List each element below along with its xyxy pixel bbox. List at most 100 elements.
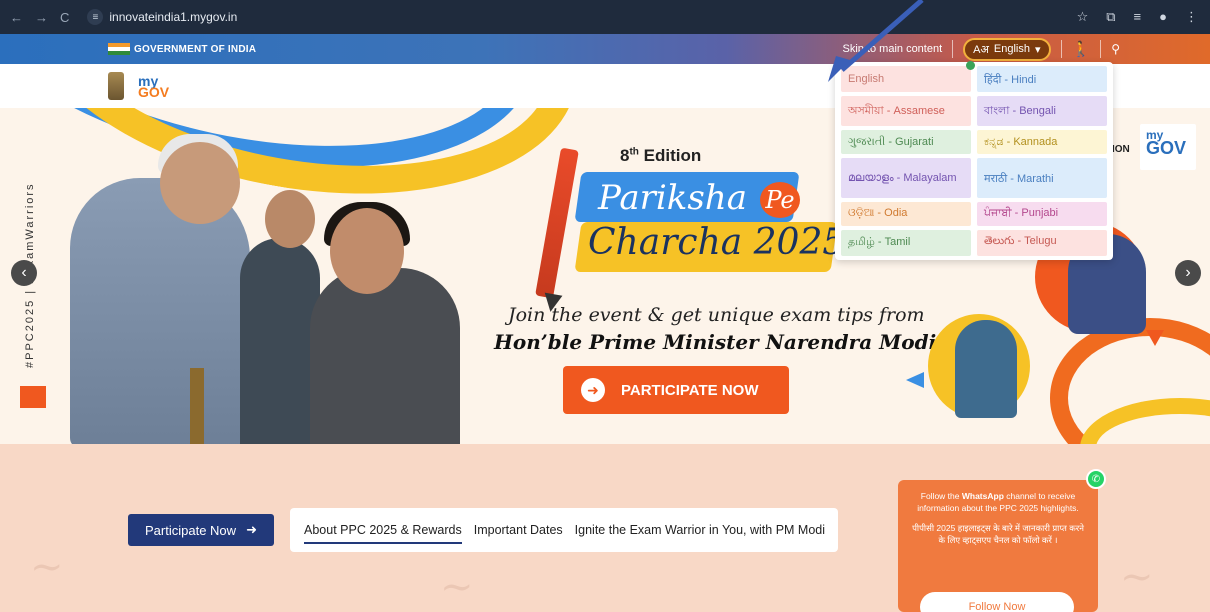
language-option-label: English bbox=[848, 73, 885, 86]
mygov-logo-gov: GOV bbox=[138, 84, 170, 100]
whatsapp-card: Follow the WhatsApp channel to receive i… bbox=[898, 480, 1098, 612]
browser-toolbar: ← → C ≡ innovateindia1.mygov.in ☆ ⧉ ≡ ● … bbox=[0, 0, 1210, 34]
url-text: innovateindia1.mygov.in bbox=[109, 10, 238, 24]
chevron-down-icon: ▾ bbox=[1034, 43, 1041, 56]
language-dropdown: English हिंदी - Hindi অসমীয়া - Assamese বা… bbox=[835, 61, 1113, 260]
language-option[interactable]: ਪੰਜਾਬੀ - Punjabi bbox=[977, 201, 1107, 226]
whatsapp-text-bold: WhatsApp bbox=[961, 491, 1004, 501]
info-tabs: About PPC 2025 & Rewards Important Dates… bbox=[290, 508, 838, 552]
india-flag-icon bbox=[108, 42, 130, 56]
edition-label: 8th Edition bbox=[620, 146, 701, 166]
title-charcha: Charcha 2025 bbox=[588, 222, 846, 263]
pencil-icon bbox=[535, 147, 579, 299]
follow-now-button[interactable]: Follow Now bbox=[920, 592, 1074, 612]
edition-suffix: th bbox=[629, 146, 639, 158]
language-option[interactable]: ગુજરાતી - Gujarati bbox=[841, 130, 971, 155]
language-option-label: অসমীয়া - Assamese bbox=[848, 104, 945, 117]
mygov-badge: my GOV bbox=[1140, 124, 1196, 170]
user-icon[interactable]: ⚲ bbox=[1111, 42, 1120, 56]
language-option-label: বাংলা - Bengali bbox=[984, 104, 1056, 117]
hero-photo bbox=[40, 118, 480, 444]
accessibility-icon[interactable]: 🚶 bbox=[1072, 40, 1091, 58]
browser-nav: ← → C bbox=[0, 10, 69, 25]
mygov-logo[interactable]: my GOV bbox=[138, 74, 170, 100]
extensions-icon[interactable]: ⧉ bbox=[1106, 9, 1115, 25]
carousel-next-button[interactable]: › bbox=[1175, 260, 1201, 286]
language-option-label: ગુજરાતી - Gujarati bbox=[848, 135, 934, 148]
participate-now-label: Participate Now bbox=[145, 522, 237, 538]
skip-to-main-link[interactable]: Skip to main content bbox=[842, 43, 942, 55]
language-option[interactable]: English bbox=[841, 61, 975, 93]
address-bar[interactable]: ≡ innovateindia1.mygov.in bbox=[87, 9, 237, 25]
national-emblem-icon bbox=[108, 72, 124, 100]
participate-now-small-button[interactable]: Participate Now ➜ bbox=[128, 514, 274, 546]
language-option-label: తెలుగు - Telugu bbox=[984, 235, 1057, 248]
participate-label: PARTICIPATE NOW bbox=[621, 381, 759, 399]
divider bbox=[1060, 40, 1062, 58]
language-option[interactable]: తెలుగు - Telugu bbox=[977, 229, 1107, 256]
decor-triangle-orange bbox=[1146, 330, 1164, 346]
language-option-label: ಕನ್ನಡ - Kannada bbox=[984, 135, 1058, 148]
decor-orange-square bbox=[20, 386, 46, 408]
student-head bbox=[330, 208, 404, 294]
browser-menu-icon[interactable]: ⋮ bbox=[1185, 9, 1198, 25]
profile-icon[interactable]: ● bbox=[1159, 9, 1167, 25]
language-option[interactable]: മലയാളം - Malayalam bbox=[841, 158, 971, 198]
language-option[interactable]: தமிழ் - Tamil bbox=[841, 229, 971, 256]
government-text: GOVERNMENT OF INDIA bbox=[134, 43, 257, 55]
selected-check-icon bbox=[966, 61, 975, 70]
hero-tagline: Join the event & get unique exam tips fr… bbox=[508, 304, 925, 326]
student-figure-right bbox=[955, 320, 1017, 418]
title-pe: Pe bbox=[760, 182, 800, 218]
pm-head bbox=[160, 142, 240, 224]
student-head bbox=[265, 190, 315, 248]
background-doodle: ~ bbox=[30, 544, 64, 590]
reload-icon[interactable]: C bbox=[60, 10, 69, 25]
language-option[interactable]: অসমীয়া - Assamese bbox=[841, 96, 971, 127]
language-option[interactable]: ଓଡ଼ିଆ - Odia bbox=[841, 201, 971, 226]
gov-bar-actions: Skip to main content Aअ English ▾ 🚶 ⚲ bbox=[842, 37, 1120, 61]
government-bar: GOVERNMENT OF INDIA Skip to main content… bbox=[0, 34, 1210, 64]
participate-now-button[interactable]: ➜ PARTICIPATE NOW bbox=[563, 366, 789, 414]
background-doodle: ~ bbox=[1120, 554, 1154, 600]
language-option-label: ਪੰਜਾਬੀ - Punjabi bbox=[984, 207, 1059, 220]
partner-text: ION bbox=[1112, 144, 1130, 155]
divider bbox=[1100, 40, 1102, 58]
reading-list-icon[interactable]: ≡ bbox=[1134, 9, 1142, 25]
back-icon[interactable]: ← bbox=[10, 10, 23, 25]
tab-ignite-exam-warrior[interactable]: Ignite the Exam Warrior in You, with PM … bbox=[575, 523, 825, 537]
pm-figure bbox=[70, 178, 250, 444]
language-select-button[interactable]: Aअ English ▾ bbox=[963, 37, 1051, 61]
site-settings-icon[interactable]: ≡ bbox=[87, 9, 104, 25]
arrow-right-icon: ➜ bbox=[246, 522, 257, 537]
student-figure bbox=[240, 238, 320, 444]
student-figure bbox=[310, 268, 460, 444]
whatsapp-icon[interactable]: ✆ bbox=[1086, 469, 1106, 489]
whatsapp-text-en: Follow the WhatsApp channel to receive i… bbox=[908, 490, 1088, 514]
language-option[interactable]: বাংলা - Bengali bbox=[977, 96, 1107, 127]
language-option[interactable]: मराठी - Marathi bbox=[977, 158, 1107, 198]
language-label: English bbox=[993, 43, 1030, 55]
divider bbox=[952, 40, 954, 58]
lower-section: ~ ~ ~ Participate Now ➜ About PPC 2025 &… bbox=[0, 444, 1210, 612]
hero-tagline-pm: Hon’ble Prime Minister Narendra Modi bbox=[494, 330, 937, 354]
language-option-label: தமிழ் - Tamil bbox=[848, 235, 911, 248]
language-option[interactable]: ಕನ್ನಡ - Kannada bbox=[977, 130, 1107, 155]
bookmark-star-icon[interactable]: ☆ bbox=[1077, 9, 1089, 25]
forward-icon[interactable]: → bbox=[35, 10, 48, 25]
language-option-label: ଓଡ଼ିଆ - Odia bbox=[848, 207, 908, 220]
brass-stand bbox=[190, 368, 204, 444]
decor-triangle-blue bbox=[906, 372, 924, 388]
language-option-label: മലയാളം - Malayalam bbox=[848, 171, 957, 184]
language-option-label: मराठी - Marathi bbox=[984, 172, 1054, 185]
government-label: GOVERNMENT OF INDIA bbox=[108, 42, 257, 56]
tab-important-dates[interactable]: Important Dates bbox=[474, 523, 563, 537]
carousel-prev-button[interactable]: ‹ bbox=[11, 260, 37, 286]
tab-about-ppc[interactable]: About PPC 2025 & Rewards bbox=[304, 523, 462, 544]
arrow-right-icon: ➜ bbox=[581, 378, 605, 402]
background-doodle: ~ bbox=[440, 564, 474, 610]
language-option[interactable]: हिंदी - Hindi bbox=[977, 66, 1107, 93]
edition-word: Edition bbox=[643, 146, 702, 165]
translate-icon: Aअ bbox=[973, 43, 989, 56]
language-option-label: हिंदी - Hindi bbox=[984, 73, 1037, 86]
